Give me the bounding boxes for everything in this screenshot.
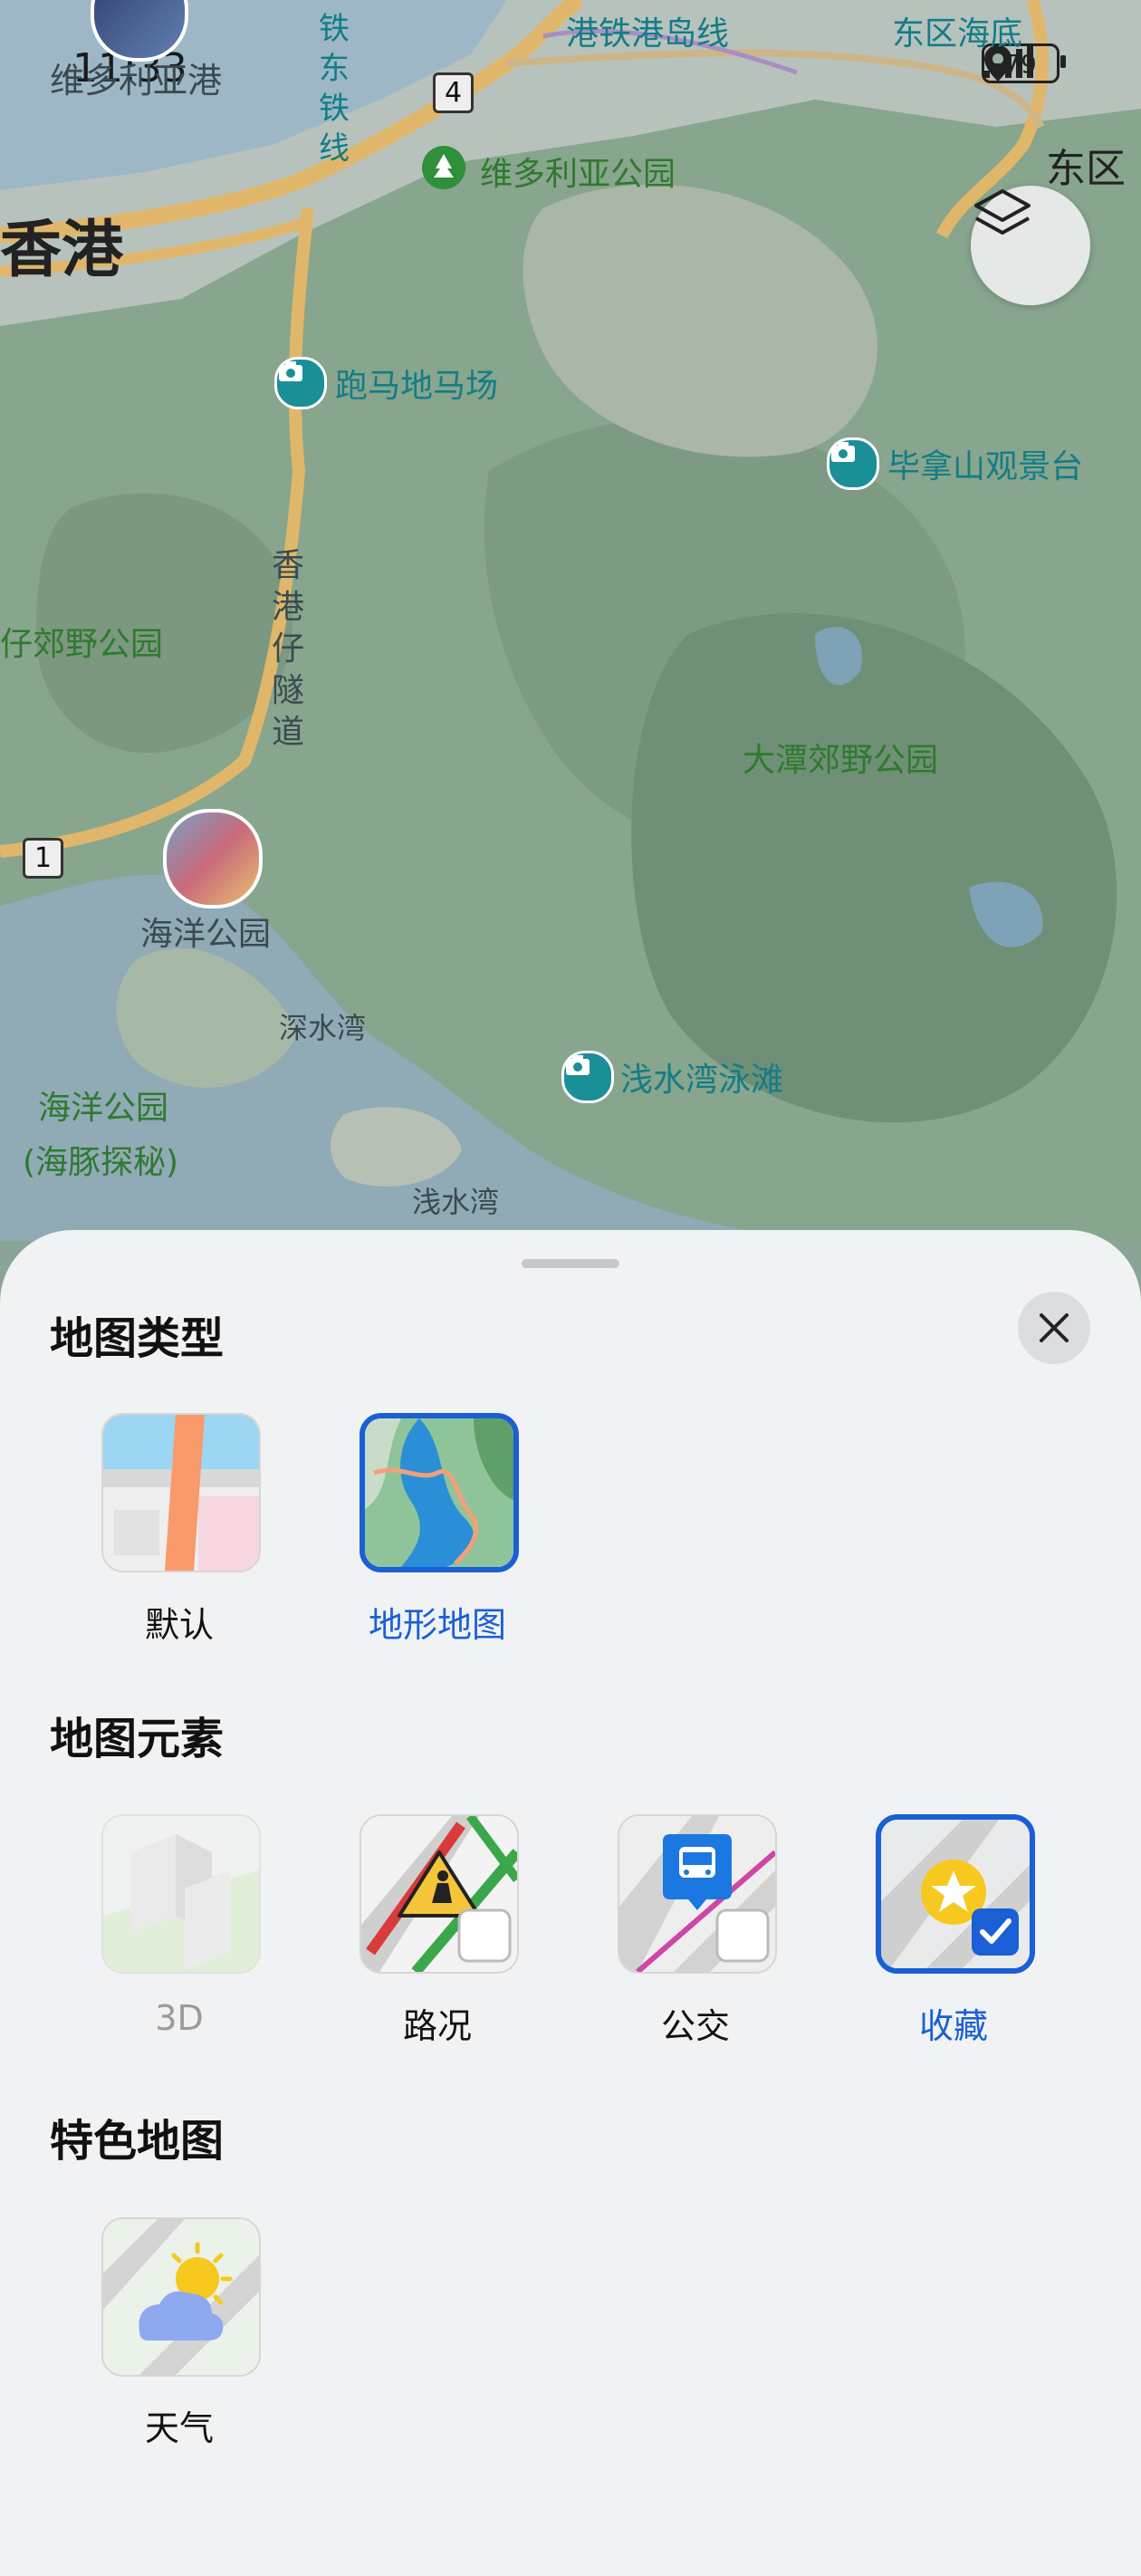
section-title-map-type: 地图类型: [50, 1313, 225, 1364]
default-map-icon: [103, 1415, 259, 1571]
map-label-ocean-park-dolphin-sub: (海豚探秘): [23, 1144, 179, 1181]
map-label-braemar[interactable]: 毕拿山观景台: [887, 440, 1083, 487]
map-label-country-park-left: 仔郊野公园: [0, 626, 164, 663]
map-label-tram-line: 铁东铁线: [319, 11, 350, 167]
traffic-icon: [361, 1816, 517, 1972]
special-map-weather-tile[interactable]: [101, 2217, 261, 2377]
map-label-repulse-bay-beach[interactable]: 浅水湾泳滩: [620, 1053, 783, 1101]
terrain-map-icon: [365, 1418, 513, 1567]
map-element-traffic-label[interactable]: 路况: [320, 1998, 555, 2048]
special-map-weather-label[interactable]: 天气: [62, 2400, 297, 2450]
map-label-ocean-park[interactable]: 海洋公园: [140, 908, 271, 955]
map-element-traffic-tile[interactable]: [360, 1814, 519, 1974]
map-element-3d-label[interactable]: 3D: [62, 1998, 297, 2038]
map-label-victoria-park: 维多利亚公园: [480, 156, 676, 193]
map-layers-sheet: 地图类型 默认 地形地图 地图元素 3D 路况 公交 收藏 特色地图 天气: [0, 1230, 1141, 2576]
layers-button[interactable]: [971, 186, 1090, 305]
map-element-transit-label[interactable]: 公交: [578, 1998, 813, 2048]
map-view[interactable]: 11:33 79 维多利亚港 香港 港铁港岛线 东区海底 东区 铁东铁线 维多利…: [0, 0, 1141, 1241]
route-1-shield: 1: [23, 838, 64, 879]
map-type-terrain-label[interactable]: 地形地图: [320, 1597, 555, 1647]
map-label-hk: 香港: [0, 215, 124, 286]
map-element-transit-tile[interactable]: [618, 1814, 777, 1974]
map-element-favorites-label[interactable]: 收藏: [836, 1998, 1071, 2048]
map-type-default-tile[interactable]: [101, 1413, 261, 1572]
3d-buildings-icon: [103, 1816, 259, 1972]
layers-icon: [974, 189, 1031, 235]
sheet-drag-handle[interactable]: [522, 1259, 619, 1268]
map-label-mtr-east-line: 东区海底: [892, 15, 1023, 53]
weather-icon: [103, 2219, 259, 2375]
map-type-terrain-tile[interactable]: [360, 1413, 519, 1572]
map-type-default-label[interactable]: 默认: [62, 1597, 297, 1647]
bus-transit-icon: [619, 1816, 775, 1972]
map-label-ocean-park-dolphin: 海洋公园: [38, 1090, 169, 1127]
map-element-3d-tile[interactable]: [101, 1814, 261, 1974]
map-element-favorites-tile[interactable]: [876, 1814, 1035, 1974]
section-title-special-maps: 特色地图: [50, 2116, 225, 2167]
map-label-east-district: 东区: [1046, 146, 1126, 192]
close-button[interactable]: [1018, 1292, 1090, 1364]
map-label-deep-water-bay: 深水湾: [279, 1011, 367, 1045]
close-icon: [1040, 1313, 1069, 1342]
favorites-star-icon: [881, 1820, 1030, 1968]
map-label-repulse-bay: 浅水湾: [412, 1185, 500, 1219]
map-label-tai-tam: 大潭郊野公园: [743, 742, 939, 779]
route-4-shield: 4: [433, 72, 475, 113]
camera-icon[interactable]: [561, 1051, 614, 1103]
map-label-happy-valley[interactable]: 跑马地马场: [335, 360, 498, 407]
camera-icon[interactable]: [827, 437, 879, 490]
camera-icon[interactable]: [274, 357, 327, 409]
section-title-map-elements: 地图元素: [50, 1714, 225, 1764]
map-label-tunnel: 香港仔隧道: [272, 547, 305, 751]
ocean-park-thumbnail[interactable]: [163, 809, 263, 908]
map-label-mtr-island-line: 港铁港岛线: [566, 15, 730, 53]
